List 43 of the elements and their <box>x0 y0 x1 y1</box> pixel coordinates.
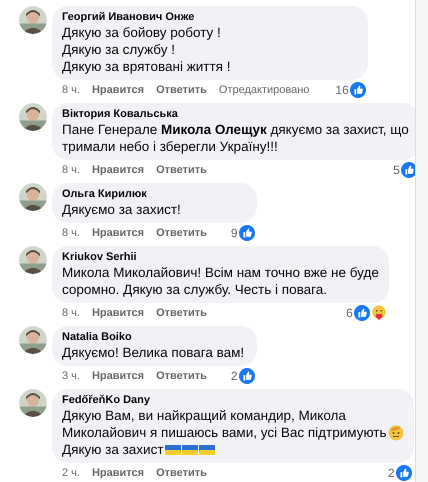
comment-text: Дякую за захист <box>62 441 164 458</box>
timestamp[interactable]: 8 ч. <box>62 226 80 238</box>
reply-link[interactable]: Ответить <box>156 226 207 238</box>
like-link[interactable]: Нравится <box>92 466 144 478</box>
like-link[interactable]: Нравится <box>92 306 144 318</box>
author-name[interactable]: Ольга Кирилюк <box>62 187 247 201</box>
comment-text: Миколайович я пишаюсь вами, усі Вас підтримують <box>62 424 387 441</box>
comment-text: тримали небо і зберегли Україну!!! <box>62 138 278 155</box>
author-name[interactable]: FedőřeňKo Dany <box>62 393 404 407</box>
reply-link[interactable]: Ответить <box>156 370 207 382</box>
reply-link[interactable]: Ответить <box>156 84 207 96</box>
like-link[interactable]: Нравится <box>92 164 144 176</box>
comment-text: Пане Генерале Микола Олещук дякуємо за захист, що <box>62 121 409 138</box>
author-name[interactable]: Natalia Boiko <box>62 330 247 344</box>
comment-text: Дякую за службу ! <box>62 41 175 58</box>
timestamp[interactable]: 8 ч. <box>62 84 80 96</box>
reply-link[interactable]: Ответить <box>156 164 207 176</box>
comment-text: Дякуємо за захист! <box>62 201 181 218</box>
like-link[interactable]: Нравится <box>92 370 144 382</box>
like-link[interactable]: Нравится <box>92 226 144 238</box>
reaction-count[interactable]: 2 <box>230 368 238 382</box>
comment-text: Дякуємо! Велика повага вам! <box>62 344 244 361</box>
reaction-count[interactable]: 5 <box>393 162 400 176</box>
comment-text: Дякую Вам, ви найкращий командир, Микола <box>62 407 346 424</box>
edited-label: Отредактировано <box>218 84 310 96</box>
reaction-count[interactable]: 9 <box>230 226 238 240</box>
comment-text: Дякую за врятовані життя ! <box>62 58 230 75</box>
reply-link[interactable]: Ответить <box>156 306 207 318</box>
timestamp[interactable]: 8 ч. <box>62 306 80 318</box>
comment-text: соромно. Дякую за службу. Честь і повага. <box>62 281 328 298</box>
timestamp[interactable]: 3 ч. <box>62 370 80 382</box>
comment-text: Микола Миколайович! Всім нам точно вже не буде <box>62 264 379 281</box>
reaction-count[interactable]: 6 <box>346 306 353 320</box>
timestamp[interactable]: 2 ч. <box>62 466 80 478</box>
author-name[interactable]: Kriukov Serhii <box>62 250 379 264</box>
reaction-count[interactable]: 2 <box>388 466 395 480</box>
timestamp[interactable]: 8 ч. <box>62 164 80 176</box>
author-name[interactable]: Віктория Ковальська <box>62 107 409 121</box>
author-name[interactable]: Георгий Иванович Онже <box>62 10 358 24</box>
comment-text: Дякую за бойову роботу ! <box>62 24 221 41</box>
reaction-count[interactable]: 16 <box>335 82 349 96</box>
reply-link[interactable]: Ответить <box>156 466 207 478</box>
like-link[interactable]: Нравится <box>92 84 144 96</box>
